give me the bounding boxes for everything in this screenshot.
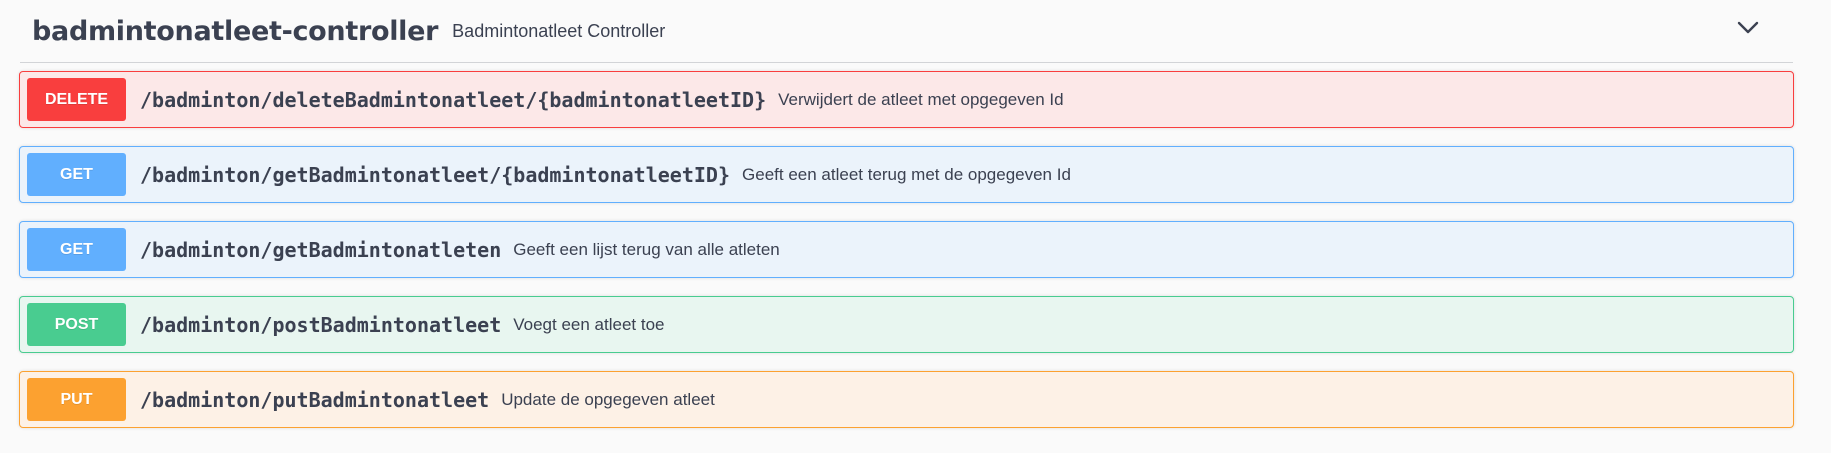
controller-description: Badmintonatleet Controller [452, 20, 666, 41]
operation-summary: Voegt een atleet toe [513, 314, 665, 334]
method-badge-get: GET [27, 153, 126, 196]
method-badge-get: GET [27, 228, 126, 271]
operation-summary: Geeft een atleet terug met de opgegeven … [742, 164, 1071, 184]
swagger-page: badmintonatleet-controller Badmintonatle… [0, 0, 1831, 453]
controller-name: badmintonatleet-controller [32, 15, 439, 47]
operation-summary: Verwijdert de atleet met opgegeven Id [778, 89, 1064, 109]
method-badge-post: POST [27, 303, 126, 346]
operation-get-badmintonatleet[interactable]: GET /badminton/getBadmintonatleet/{badmi… [19, 146, 1794, 203]
operation-summary: Update de opgegeven atleet [501, 389, 715, 409]
operation-get-badmintonatleten[interactable]: GET /badminton/getBadmintonatleten Geeft… [19, 221, 1794, 278]
operation-path: /badminton/getBadmintonatleten [140, 237, 502, 262]
operation-path: /badminton/postBadmintonatleet [140, 312, 502, 337]
controller-section-header[interactable]: badmintonatleet-controller Badmintonatle… [20, 0, 1793, 63]
operations-list: DELETE /badminton/deleteBadmintonatleet/… [19, 71, 1794, 446]
operation-post-badmintonatleet[interactable]: POST /badminton/postBadmintonatleet Voeg… [19, 296, 1794, 353]
chevron-down-icon[interactable] [1733, 16, 1763, 38]
operation-path: /badminton/getBadmintonatleet/{badminton… [140, 162, 731, 187]
operation-path: /badminton/deleteBadmintonatleet/{badmin… [140, 87, 767, 112]
method-badge-put: PUT [27, 378, 126, 421]
operation-delete-badmintonatleet[interactable]: DELETE /badminton/deleteBadmintonatleet/… [19, 71, 1794, 128]
method-badge-delete: DELETE [27, 78, 126, 121]
operation-path: /badminton/putBadmintonatleet [140, 387, 490, 412]
operation-put-badmintonatleet[interactable]: PUT /badminton/putBadmintonatleet Update… [19, 371, 1794, 428]
operation-summary: Geeft een lijst terug van alle atleten [513, 239, 780, 259]
